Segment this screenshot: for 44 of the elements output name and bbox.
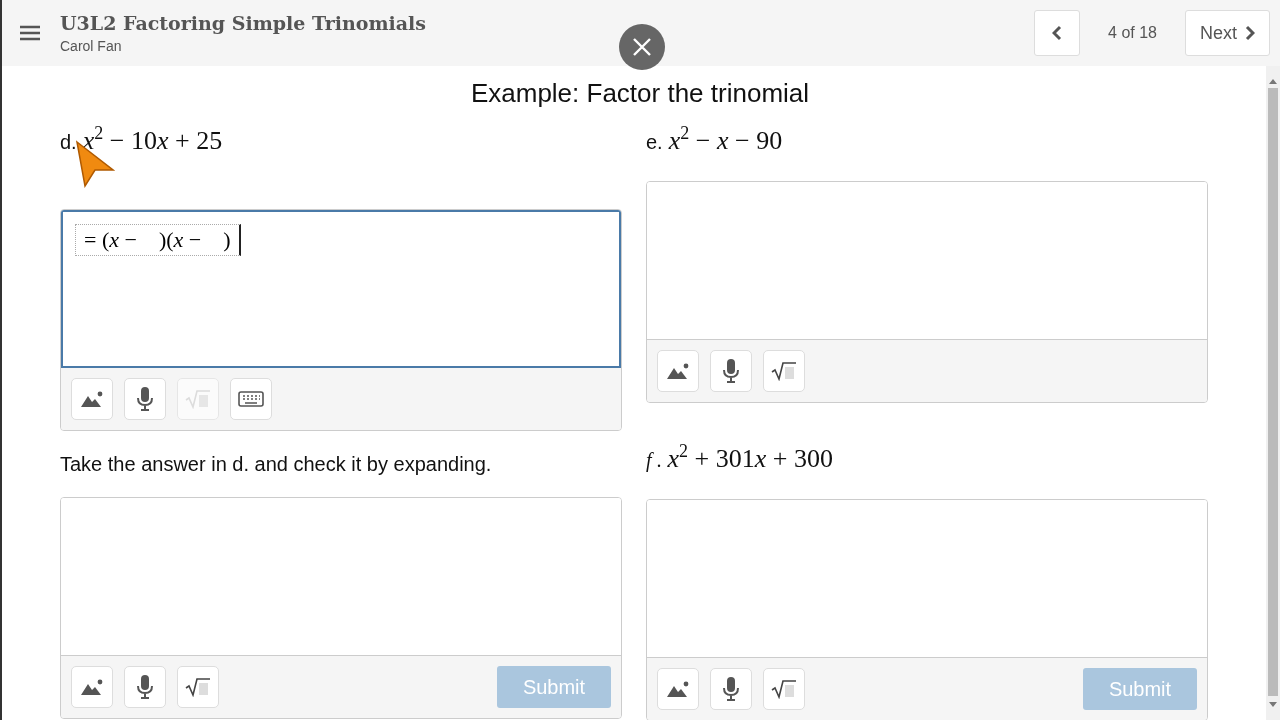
problem-label: e.	[646, 130, 663, 154]
section-heading: Example: Factor the trinomial	[469, 78, 811, 109]
square-root-icon	[771, 361, 797, 381]
close-icon	[632, 37, 652, 57]
math-tool-button[interactable]	[177, 666, 219, 708]
image-tool-button[interactable]	[71, 378, 113, 420]
chevron-right-icon	[1245, 25, 1255, 41]
microphone-icon	[137, 387, 153, 411]
square-root-icon	[185, 389, 211, 409]
keyboard-icon	[238, 391, 264, 407]
square-root-icon	[185, 677, 211, 697]
problem-expression: x$^{2}$ − x − 90	[668, 123, 783, 156]
mic-tool-button[interactable]	[710, 350, 752, 392]
page-counter: 4 of 18	[1108, 24, 1157, 42]
math-tool-button[interactable]	[763, 668, 805, 710]
mic-tool-button[interactable]	[124, 666, 166, 708]
image-icon	[667, 363, 689, 379]
mic-tool-button[interactable]	[710, 668, 752, 710]
author-name: Carol Fan	[60, 38, 122, 54]
math-input[interactable]: = (x − )(x − )	[75, 224, 241, 256]
answer-editor[interactable]: = (x − )(x − )	[61, 210, 621, 368]
microphone-icon	[137, 675, 153, 699]
image-icon	[81, 391, 103, 407]
image-tool-button[interactable]	[657, 350, 699, 392]
problem-expression: x$^{2}$ + 301x + 300	[667, 441, 833, 474]
mic-tool-button[interactable]	[124, 378, 166, 420]
previous-button[interactable]	[1034, 10, 1081, 56]
square-root-icon	[771, 679, 797, 699]
microphone-icon	[723, 359, 739, 383]
chevron-left-icon	[1052, 25, 1063, 41]
menu-icon[interactable]	[20, 25, 40, 41]
next-button[interactable]: Next	[1185, 10, 1270, 56]
microphone-icon	[723, 677, 739, 701]
instruction-text: Take the answer in d. and check it by expanding.	[60, 453, 493, 477]
image-icon	[667, 681, 689, 697]
scrollbar[interactable]	[1266, 66, 1280, 720]
lesson-title: U3L2 Factoring Simple Trinomials	[60, 12, 426, 34]
image-icon	[81, 679, 103, 695]
image-tool-button[interactable]	[71, 666, 113, 708]
image-tool-button[interactable]	[657, 668, 699, 710]
problem-label: d.	[60, 130, 77, 154]
problem-label: f .	[646, 448, 662, 472]
math-tool-button[interactable]	[763, 350, 805, 392]
keyboard-tool-button[interactable]	[230, 378, 272, 420]
